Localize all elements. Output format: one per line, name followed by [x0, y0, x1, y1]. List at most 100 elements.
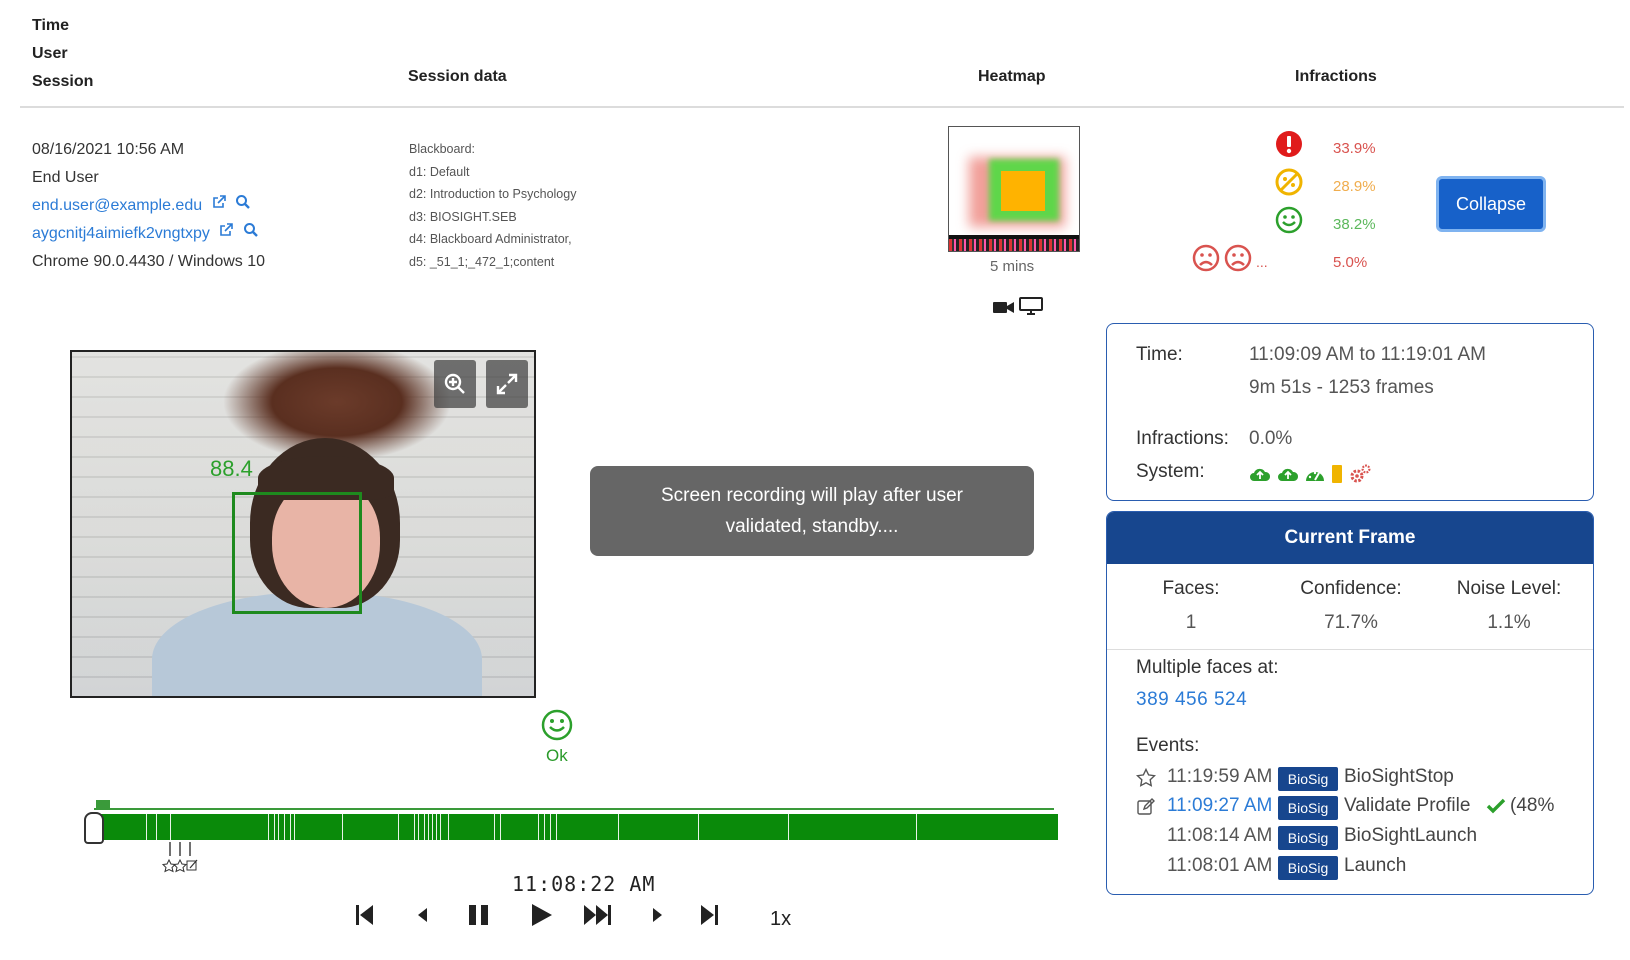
timeline-gap [414, 814, 415, 840]
fast-forward-button[interactable] [584, 904, 612, 931]
infraction-yellow-pct: 28.9% [1333, 178, 1376, 195]
event-time: 11:08:01 AM [1167, 855, 1273, 876]
expand-icon [495, 372, 519, 401]
session-user-name: End User [32, 169, 99, 186]
stat-noise: Noise Level: 1.1% [1429, 578, 1589, 634]
event-source-badge: BioSig [1278, 826, 1338, 850]
timeline-gap [788, 814, 789, 840]
header-infractions: Infractions [1295, 68, 1377, 85]
infraction-red-pct: 33.9% [1333, 140, 1376, 157]
star-icon[interactable] [1135, 767, 1157, 794]
noise-label: Noise Level: [1456, 578, 1562, 599]
summary-time-label: Time: [1136, 344, 1183, 365]
timeline-gap [500, 814, 501, 840]
caret-right-icon [652, 908, 662, 926]
session-datetime: 08/16/2021 10:56 AM [32, 141, 185, 158]
timeline-gap [294, 814, 295, 840]
search-icon[interactable] [235, 192, 251, 220]
timeline-gap [494, 814, 495, 840]
zoom-in-icon [443, 372, 467, 401]
external-link-icon[interactable] [211, 192, 227, 220]
faces-value: 1 [1185, 612, 1197, 633]
playback-speed[interactable]: 1x [770, 908, 791, 931]
monitor-icon[interactable] [1019, 297, 1044, 319]
summary-time-range: 11:09:09 AM to 11:19:01 AM [1249, 344, 1486, 365]
external-link-icon[interactable] [218, 220, 234, 248]
pause-icon [468, 905, 490, 930]
timeline-noise-line [94, 808, 1054, 810]
standby-line: Screen recording will play after user [660, 485, 964, 506]
summary-duration: 9m 51s - 1253 frames [1249, 377, 1434, 398]
video-camera-icon[interactable] [993, 302, 1015, 319]
timeline-gap [448, 814, 449, 840]
status-label: Ok [546, 746, 568, 765]
media-icons [993, 297, 1044, 320]
more-ellipsis: ... [1256, 254, 1268, 270]
timeline-gap [284, 814, 285, 840]
session-email-row: end.user@example.edu [32, 192, 265, 220]
timeline-gap [698, 814, 699, 840]
edit-icon[interactable] [1136, 797, 1156, 823]
timeline-gap [544, 814, 545, 840]
timeline-gap [146, 814, 147, 840]
user-id-link[interactable]: aygcnitj4aimiefk2vngtxpy [32, 225, 210, 242]
event-time: 11:08:14 AM [1167, 825, 1273, 846]
skip-to-end-button[interactable] [700, 904, 718, 931]
email-link[interactable]: end.user@example.edu [32, 197, 202, 214]
event-time-link[interactable]: 11:09:27 AM [1167, 795, 1272, 817]
table-header: Time User Session Session data Heatmap I… [20, 0, 1624, 108]
face-confidence: 88.4 [210, 456, 253, 481]
timeline-gap [418, 814, 419, 840]
infraction-green-pct: 38.2% [1333, 216, 1376, 233]
session-data-line: d4: Blackboard Administrator, [409, 232, 572, 246]
skip-to-start-icon [356, 905, 374, 930]
speedometer-icon [1305, 465, 1325, 488]
event-source-badge: BioSig [1278, 796, 1338, 820]
cloud-upload-icon [1277, 466, 1299, 487]
faces-label: Faces: [1162, 578, 1220, 599]
timeline-gap [556, 814, 557, 840]
gears-icon [1349, 464, 1371, 489]
collapse-button[interactable]: Collapse [1436, 176, 1546, 232]
pause-button[interactable] [468, 904, 490, 931]
step-forward-button[interactable] [652, 908, 662, 927]
fast-forward-icon [584, 905, 612, 930]
timeline-gap [278, 814, 279, 840]
frame-stats: Faces: 1 Confidence: 71.7% Noise Level: … [1107, 578, 1593, 650]
heatmap-blob [1001, 171, 1045, 211]
smiley-icon [1275, 206, 1303, 239]
summary-infractions-label: Infractions: [1136, 428, 1229, 449]
timeline-gap [432, 814, 433, 840]
fullscreen-button[interactable] [486, 360, 528, 408]
timeline-gap [428, 814, 429, 840]
event-time: 11:19:59 AM [1167, 766, 1273, 787]
event-source-badge: BioSig [1278, 767, 1338, 791]
step-back-button[interactable] [418, 908, 428, 927]
caret-left-icon [418, 908, 428, 926]
sad-face-icon [1192, 244, 1220, 277]
session-data-line: d2: Introduction to Psychology [409, 187, 577, 201]
header-user: User [32, 45, 68, 62]
session-data-line: d1: Default [409, 164, 470, 179]
session-info: 08/16/2021 10:56 AM End User end.user@ex… [32, 136, 265, 276]
webcam-video[interactable]: 88.4 [70, 350, 536, 698]
no-face-icon [1275, 168, 1303, 201]
heatmap-thumbnail[interactable] [948, 126, 1080, 252]
timeline-gap [618, 814, 619, 840]
search-icon[interactable] [243, 220, 259, 248]
events-label: Events: [1136, 735, 1200, 756]
skip-to-start-button[interactable] [356, 904, 374, 931]
timeline-gap [290, 814, 291, 840]
timeline-bar[interactable] [98, 814, 1058, 840]
cloud-upload-icon [1249, 466, 1271, 487]
multiple-faces-links[interactable]: 389 456 524 [1136, 689, 1247, 711]
header-time: Time [32, 17, 70, 34]
current-frame-title: Current Frame [1107, 512, 1593, 564]
zoom-in-button[interactable] [434, 360, 476, 408]
play-button[interactable] [532, 904, 552, 931]
timeline-scrubber[interactable] [84, 812, 104, 844]
sad-face-icon [1224, 244, 1252, 277]
timeline-gap [398, 814, 399, 840]
session-data-line: d5: _51_1;_472_1;content [409, 254, 555, 269]
checkmark-icon [1486, 797, 1506, 821]
